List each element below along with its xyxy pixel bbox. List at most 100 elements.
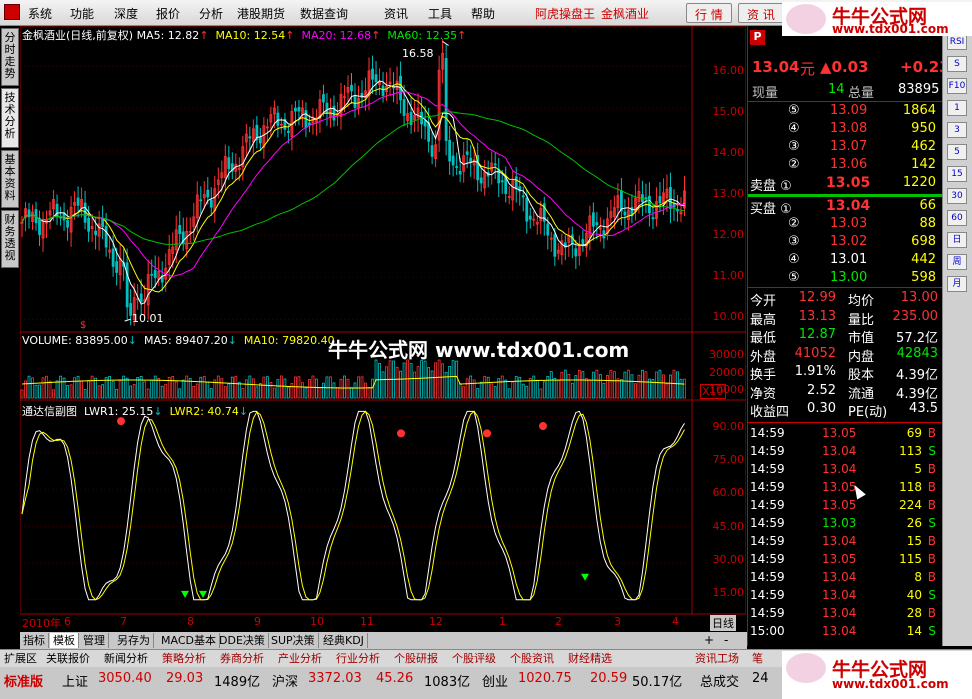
right-toolbar-button[interactable]: 5 bbox=[947, 144, 967, 160]
right-toolbar-button[interactable]: F10 bbox=[947, 78, 967, 94]
menu-tools[interactable]: 工具 bbox=[428, 5, 452, 22]
volume-bar bbox=[52, 389, 55, 399]
right-toolbar-button[interactable]: 3 bbox=[947, 122, 967, 138]
volume-bar bbox=[549, 371, 553, 399]
tab-intraday[interactable]: 分时走势 bbox=[1, 28, 19, 86]
zoom-in-button[interactable]: + bbox=[704, 633, 714, 647]
volume-bar bbox=[556, 379, 560, 399]
function-tab[interactable]: 新闻分析 bbox=[104, 651, 148, 667]
bid-volume: 698 bbox=[911, 234, 936, 249]
kline-chart-svg[interactable]: $ bbox=[20, 26, 746, 632]
tick-row[interactable]: 14:59 13.04 28 B bbox=[750, 606, 940, 624]
volume-bar bbox=[598, 374, 602, 399]
menu-system[interactable]: 系统 bbox=[28, 5, 52, 22]
tab-financials[interactable]: 财务透视 bbox=[1, 210, 19, 268]
volume-bar bbox=[581, 371, 585, 399]
function-tab[interactable]: 行业分析 bbox=[336, 651, 380, 667]
tick-row[interactable]: 14:59 13.04 5 B bbox=[750, 462, 940, 480]
buy-signal-mark bbox=[181, 590, 189, 598]
right-toolbar-button[interactable]: 周 bbox=[947, 254, 967, 270]
volume-bar bbox=[353, 382, 357, 399]
volume-bar bbox=[542, 381, 546, 399]
function-tab[interactable]: 财经精选 bbox=[568, 651, 612, 667]
menu-analysis[interactable]: 分析 bbox=[199, 5, 223, 22]
tick-row[interactable]: 14:59 13.03 26 S bbox=[750, 516, 940, 534]
bottom-tab[interactable]: 经典KDJ bbox=[320, 633, 368, 648]
right-toolbar-button[interactable]: 日 bbox=[947, 232, 967, 248]
candle-body bbox=[623, 211, 627, 216]
function-tab[interactable]: 券商分析 bbox=[220, 651, 264, 667]
sz-label[interactable]: 沪深 bbox=[272, 671, 298, 690]
volume-bar bbox=[605, 375, 609, 399]
volume-bar bbox=[655, 371, 658, 399]
volume-bar bbox=[308, 379, 311, 399]
menu-function[interactable]: 功能 bbox=[70, 5, 94, 22]
bottom-tab[interactable]: 模板 bbox=[50, 633, 79, 648]
right-toolbar-button[interactable]: 30 bbox=[947, 188, 967, 204]
tick-row[interactable]: 14:59 13.04 40 S bbox=[750, 588, 940, 606]
right-toolbar-button[interactable]: S bbox=[947, 56, 967, 72]
ask-row: ⑤ 13.09 1864 bbox=[750, 103, 940, 121]
sh-label[interactable]: 上证 bbox=[62, 671, 88, 690]
function-tab[interactable]: 产业分析 bbox=[278, 651, 322, 667]
bottom-tab[interactable]: 另存为 bbox=[114, 633, 154, 648]
function-tab[interactable]: 笔 bbox=[752, 651, 763, 667]
grid-lines bbox=[20, 65, 692, 601]
bid-volume: 598 bbox=[911, 270, 936, 285]
function-tab[interactable]: 个股评级 bbox=[452, 651, 496, 667]
function-tab[interactable]: 关联报价 bbox=[46, 651, 90, 667]
zoom-out-button[interactable]: - bbox=[724, 633, 728, 647]
tab-technical[interactable]: 技术分析 bbox=[1, 88, 19, 148]
menu-depth[interactable]: 深度 bbox=[114, 5, 138, 22]
period-label[interactable]: 日线 bbox=[710, 615, 736, 631]
menu-quote[interactable]: 报价 bbox=[156, 5, 180, 22]
candle-body bbox=[458, 170, 462, 175]
volume-bar bbox=[45, 375, 48, 399]
chart-area[interactable]: $ 金枫酒业(日线,前复权) MA5: 12.82↑ MA10: 12.54↑ … bbox=[20, 26, 746, 632]
bottom-tab[interactable]: DDE决策 bbox=[216, 633, 269, 648]
tab-fundamentals[interactable]: 基本资料 bbox=[1, 150, 19, 208]
right-toolbar-button[interactable]: RSI bbox=[947, 34, 967, 50]
function-tab[interactable]: 策略分析 bbox=[162, 651, 206, 667]
function-tab[interactable]: 个股研报 bbox=[394, 651, 438, 667]
menu-data-query[interactable]: 数据查询 bbox=[300, 5, 348, 22]
candle-body bbox=[38, 218, 41, 235]
cy-label[interactable]: 创业 bbox=[482, 671, 508, 690]
tick-row[interactable]: 15:00 13.04 14 S bbox=[750, 624, 940, 642]
function-tab[interactable]: 个股资讯 bbox=[510, 651, 554, 667]
code-badge[interactable]: P bbox=[750, 30, 765, 45]
quote-button[interactable]: 行 情 bbox=[686, 3, 732, 23]
price-tick-1300: 13.00 bbox=[712, 187, 745, 200]
bottom-tab[interactable]: MACD基本 bbox=[158, 633, 220, 648]
right-toolbar-button[interactable]: 15 bbox=[947, 166, 967, 182]
stat-key-1: 今开 bbox=[750, 294, 777, 309]
tick-row[interactable]: 14:59 13.04 113 S bbox=[750, 444, 940, 462]
menu-help[interactable]: 帮助 bbox=[471, 5, 495, 22]
tick-row[interactable]: 14:59 13.05 224 B bbox=[750, 498, 940, 516]
tick-row[interactable]: 14:59 13.05 118 B bbox=[750, 480, 940, 498]
right-toolbar-button[interactable]: 1 bbox=[947, 100, 967, 116]
tick-row[interactable]: 14:59 13.05 69 B bbox=[750, 426, 940, 444]
bottom-tab[interactable]: 指标 bbox=[20, 633, 49, 648]
volume-value: VOLUME: 83895.00 bbox=[22, 334, 128, 347]
right-toolbar-button[interactable]: 60 bbox=[947, 210, 967, 226]
ask-volume: 462 bbox=[911, 139, 936, 154]
ask-level: ⑤ bbox=[788, 103, 800, 118]
right-toolbar: RSI S F10 1 3 5 15 30 60 日周月 bbox=[942, 26, 972, 646]
volume-bar bbox=[535, 379, 539, 399]
volume-bar bbox=[476, 388, 480, 399]
bottom-tab[interactable]: 管理 bbox=[80, 633, 109, 648]
right-toolbar-button[interactable]: 月 bbox=[947, 276, 967, 292]
info-button[interactable]: 资 讯 bbox=[738, 3, 784, 23]
volume-bar bbox=[514, 376, 518, 399]
bottom-tab[interactable]: SUP决策 bbox=[268, 633, 319, 648]
volume-bar bbox=[567, 373, 571, 399]
volume-bar bbox=[48, 380, 52, 399]
tick-row[interactable]: 14:59 13.04 8 B bbox=[750, 570, 940, 588]
menu-news[interactable]: 资讯 bbox=[384, 5, 408, 22]
function-tab[interactable]: 资讯工场 bbox=[695, 651, 739, 667]
function-tab[interactable]: 扩展区 bbox=[4, 651, 37, 667]
tick-row[interactable]: 14:59 13.04 15 B bbox=[750, 534, 940, 552]
tick-row[interactable]: 14:59 13.05 115 B bbox=[750, 552, 940, 570]
menu-hk-futures[interactable]: 港股期货 bbox=[237, 5, 285, 22]
